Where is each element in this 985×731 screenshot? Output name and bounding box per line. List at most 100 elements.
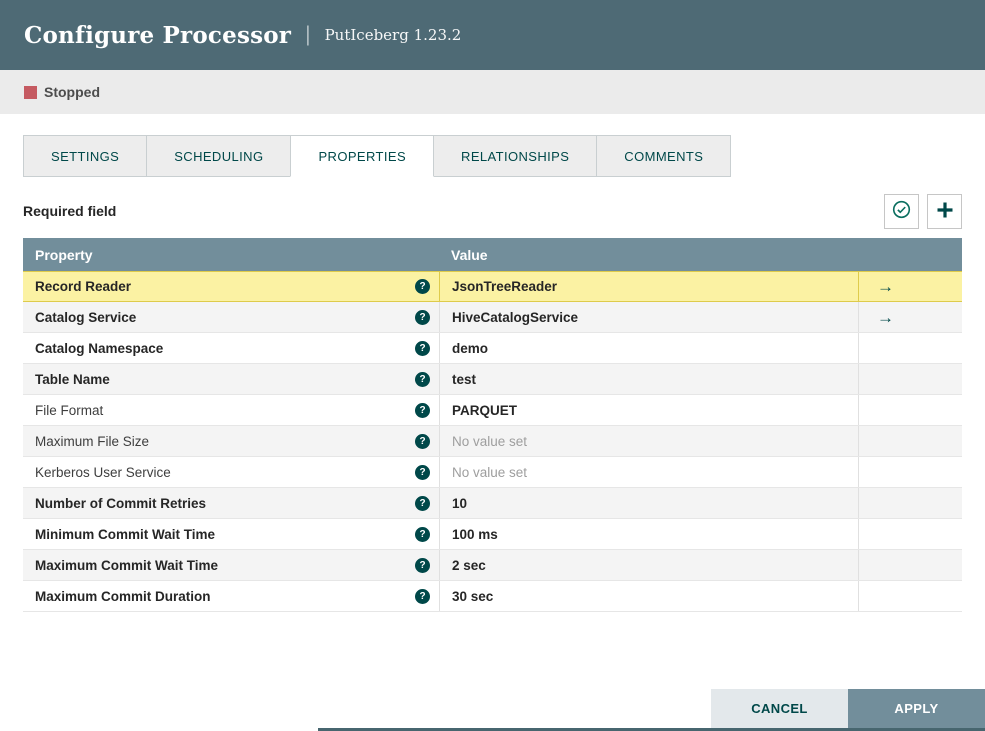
- dialog-footer: CANCEL APPLY: [711, 689, 985, 728]
- property-value: demo: [452, 340, 489, 356]
- property-value: HiveCatalogService: [452, 309, 579, 325]
- property-row[interactable]: Kerberos User Service ? No value set: [23, 457, 962, 488]
- tab-comments[interactable]: COMMENTS: [596, 135, 732, 177]
- property-value: 100 ms: [452, 526, 498, 542]
- property-cell: Maximum Commit Duration ?: [23, 581, 439, 611]
- go-to-service-icon[interactable]: →: [877, 278, 894, 295]
- tab-scheduling[interactable]: SCHEDULING: [146, 135, 292, 177]
- actions-cell: [858, 395, 962, 425]
- column-header-value: Value: [451, 246, 488, 263]
- property-row[interactable]: Table Name ? test: [23, 364, 962, 395]
- property-row[interactable]: Minimum Commit Wait Time ? 100 ms: [23, 519, 962, 550]
- property-name: Kerberos User Service: [35, 464, 171, 480]
- property-row[interactable]: Maximum Commit Duration ? 30 sec: [23, 581, 962, 612]
- tab-label: COMMENTS: [624, 148, 704, 164]
- property-row[interactable]: Maximum File Size ? No value set: [23, 426, 962, 457]
- value-cell[interactable]: test: [439, 364, 858, 394]
- verify-properties-button[interactable]: [884, 193, 919, 229]
- value-cell[interactable]: 10: [439, 488, 858, 518]
- help-icon: ?: [415, 588, 430, 604]
- apply-button[interactable]: APPLY: [848, 689, 985, 728]
- value-cell[interactable]: PARQUET: [439, 395, 858, 425]
- value-cell[interactable]: JsonTreeReader: [439, 272, 858, 301]
- tab-bar: SETTINGS SCHEDULING PROPERTIES RELATIONS…: [23, 135, 962, 177]
- property-value: No value set: [452, 433, 528, 449]
- property-cell: Table Name ?: [23, 364, 439, 394]
- tab-properties[interactable]: PROPERTIES: [290, 135, 435, 177]
- property-row[interactable]: Catalog Namespace ? demo: [23, 333, 962, 364]
- tab-label: PROPERTIES: [318, 148, 407, 164]
- dialog-title: Configure Processor: [24, 21, 292, 49]
- actions-cell: [858, 519, 962, 549]
- help-icon: ?: [415, 309, 430, 325]
- property-name: Catalog Namespace: [35, 340, 164, 356]
- property-cell: Maximum File Size ?: [23, 426, 439, 456]
- help-icon: ?: [415, 464, 430, 480]
- property-cell: Kerberos User Service ?: [23, 457, 439, 487]
- value-cell[interactable]: 30 sec: [439, 581, 858, 611]
- help-icon: ?: [415, 557, 430, 573]
- tab-relationships[interactable]: RELATIONSHIPS: [433, 135, 598, 177]
- property-value: 10: [452, 495, 468, 511]
- property-name: Minimum Commit Wait Time: [35, 526, 216, 542]
- property-name: Maximum Commit Duration: [35, 588, 211, 604]
- property-name: Catalog Service: [35, 309, 137, 325]
- go-to-service-icon[interactable]: →: [877, 309, 894, 326]
- toolbar-buttons: [884, 193, 962, 229]
- tab-label: SCHEDULING: [174, 148, 264, 164]
- property-row[interactable]: Number of Commit Retries ? 10: [23, 488, 962, 519]
- help-icon: ?: [415, 433, 430, 449]
- property-cell: Catalog Service ?: [23, 302, 439, 332]
- property-value: No value set: [452, 464, 528, 480]
- property-cell: Catalog Namespace ?: [23, 333, 439, 363]
- value-cell[interactable]: No value set: [439, 426, 858, 456]
- actions-cell: [858, 426, 962, 456]
- property-row[interactable]: Record Reader ? JsonTreeReader →: [23, 271, 962, 302]
- property-name: Number of Commit Retries: [35, 495, 207, 511]
- table-body: Record Reader ? JsonTreeReader → Catalog…: [23, 271, 962, 612]
- add-property-button[interactable]: [927, 193, 962, 229]
- value-cell[interactable]: 2 sec: [439, 550, 858, 580]
- property-cell: Minimum Commit Wait Time ?: [23, 519, 439, 549]
- table-header-row: Property Value: [23, 238, 962, 271]
- configure-processor-dialog: Configure Processor | PutIceberg 1.23.2 …: [0, 0, 985, 731]
- stopped-icon: [24, 85, 37, 99]
- required-field-label: Required field: [23, 203, 117, 219]
- properties-table: Property Value Record Reader ? JsonTreeR…: [23, 238, 962, 612]
- property-name: Table Name: [35, 371, 110, 387]
- cancel-button[interactable]: CANCEL: [711, 689, 848, 728]
- value-cell[interactable]: No value set: [439, 457, 858, 487]
- processor-name-version: PutIceberg 1.23.2: [324, 26, 462, 44]
- property-value: 2 sec: [452, 557, 486, 573]
- plus-icon: [936, 201, 954, 222]
- value-cell[interactable]: HiveCatalogService: [439, 302, 858, 332]
- actions-cell: [858, 364, 962, 394]
- column-header-property: Property: [35, 246, 93, 263]
- actions-cell: [858, 333, 962, 363]
- help-icon: ?: [415, 279, 430, 294]
- help-icon: ?: [415, 402, 430, 418]
- property-row[interactable]: File Format ? PARQUET: [23, 395, 962, 426]
- dialog-header: Configure Processor | PutIceberg 1.23.2: [0, 0, 985, 70]
- tab-settings[interactable]: SETTINGS: [23, 135, 148, 177]
- help-icon: ?: [415, 340, 430, 356]
- value-cell[interactable]: 100 ms: [439, 519, 858, 549]
- status-label: Stopped: [44, 84, 100, 100]
- property-name: Maximum File Size: [35, 433, 150, 449]
- help-icon: ?: [415, 495, 430, 511]
- property-row[interactable]: Catalog Service ? HiveCatalogService →: [23, 302, 962, 333]
- property-name: Record Reader: [35, 279, 132, 294]
- property-row[interactable]: Maximum Commit Wait Time ? 2 sec: [23, 550, 962, 581]
- property-cell: Number of Commit Retries ?: [23, 488, 439, 518]
- status-bar: Stopped: [0, 70, 985, 114]
- property-value: test: [452, 371, 477, 387]
- tab-label: SETTINGS: [51, 148, 120, 164]
- help-icon: ?: [415, 526, 430, 542]
- property-cell: Maximum Commit Wait Time ?: [23, 550, 439, 580]
- actions-cell: →: [858, 302, 962, 332]
- property-value: 30 sec: [452, 588, 494, 604]
- value-cell[interactable]: demo: [439, 333, 858, 363]
- property-value: PARQUET: [452, 402, 518, 418]
- property-value: JsonTreeReader: [452, 279, 558, 294]
- property-name: Maximum Commit Wait Time: [35, 557, 219, 573]
